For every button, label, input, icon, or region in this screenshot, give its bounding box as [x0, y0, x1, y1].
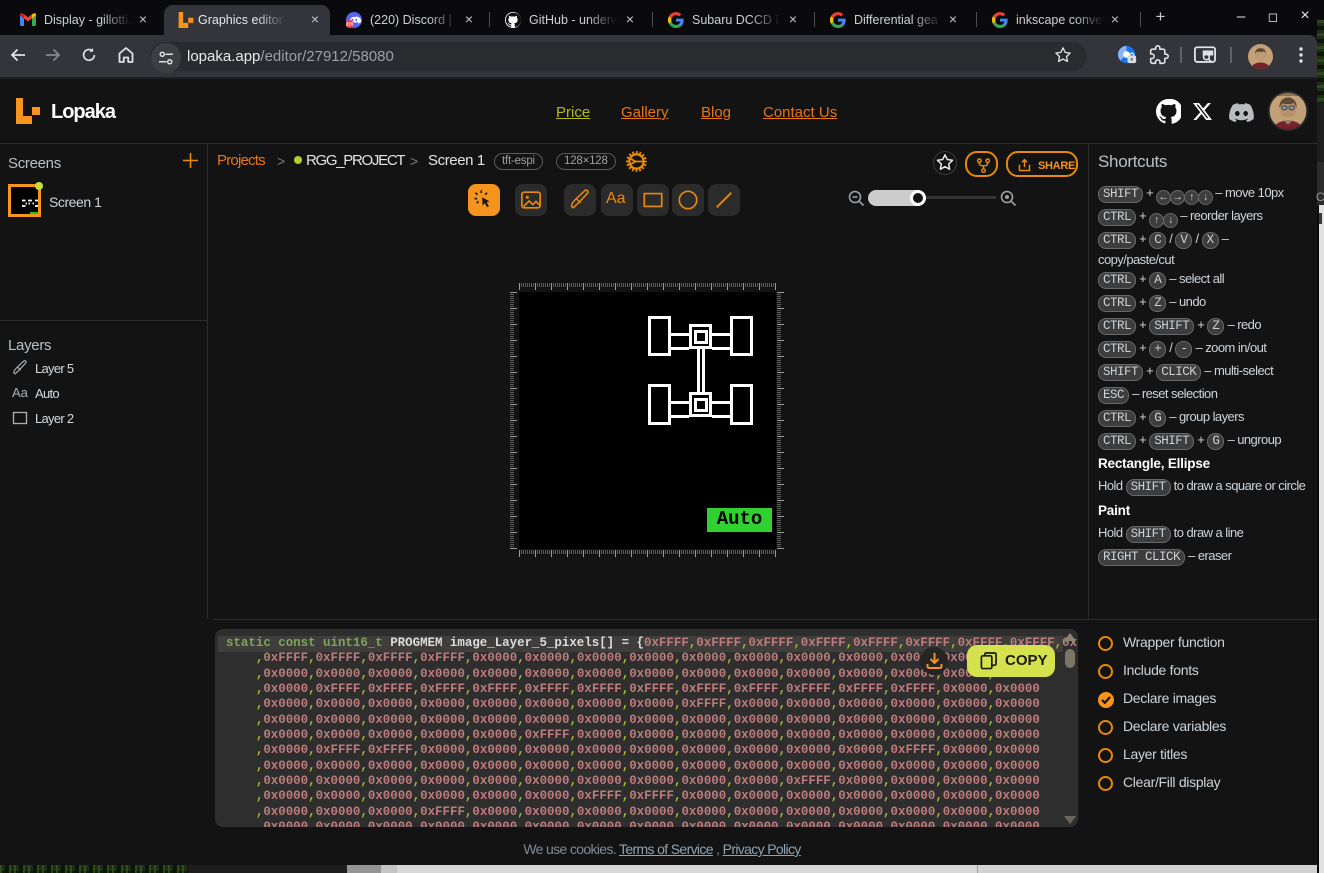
svg-text:220: 220 — [346, 22, 354, 27]
